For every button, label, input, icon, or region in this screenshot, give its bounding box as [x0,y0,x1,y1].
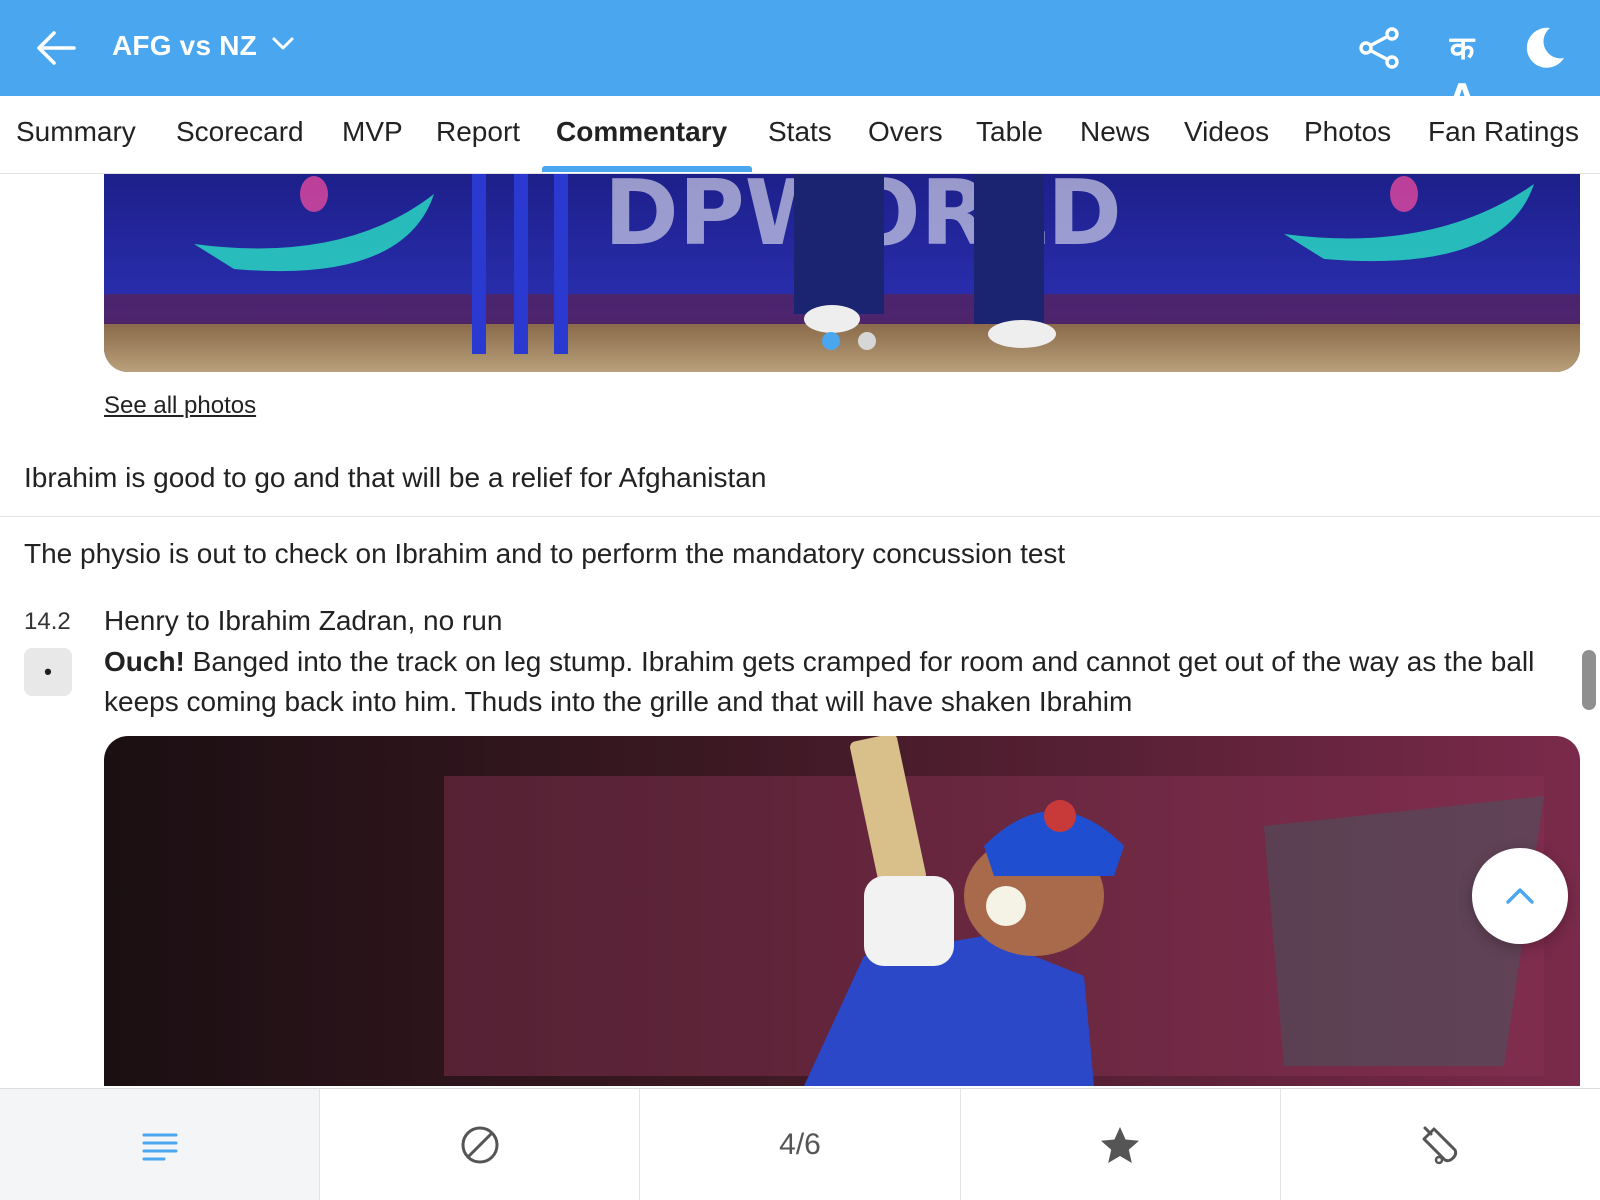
menu-lines-icon [142,1133,178,1161]
active-tab-indicator [542,166,752,172]
share-icon[interactable] [1356,24,1404,72]
commentary-text: Ibrahim is good to go and that will be a… [24,462,767,493]
tab-mvp[interactable]: MVP [342,116,403,148]
boundaries-label: 4/6 [779,1128,821,1161]
bottom-nav-batting[interactable] [1281,1089,1600,1200]
cricket-bat-icon [1422,1126,1458,1165]
cricket-ball-icon [461,1126,499,1164]
ball-description-text: Banged into the track on leg stump. Ibra… [104,646,1535,717]
scroll-to-top-button[interactable] [1472,848,1568,944]
tab-scorecard[interactable]: Scorecard [176,116,304,148]
carousel-dots [822,332,876,350]
tab-fan-ratings[interactable]: Fan Ratings [1428,116,1579,148]
chevron-down-icon [271,36,295,57]
tab-table[interactable]: Table [976,116,1043,148]
tab-overs[interactable]: Overs [868,116,943,148]
tab-news[interactable]: News [1080,116,1150,148]
carousel-dot-1[interactable] [822,332,840,350]
tab-bar: Summary Scorecard MVP Report Commentary … [0,96,1600,174]
commentary-photo[interactable] [104,736,1580,1086]
match-switcher[interactable]: AFG vs NZ [112,30,295,62]
ball-description: Ouch! Banged into the track on leg stump… [104,642,1594,722]
back-arrow-icon[interactable] [34,28,78,68]
tab-photos[interactable]: Photos [1304,116,1391,148]
tab-commentary[interactable]: Commentary [556,116,727,148]
bottom-nav-wickets[interactable] [320,1089,641,1200]
tab-summary[interactable]: Summary [16,116,136,148]
match-title: AFG vs NZ [112,30,257,61]
star-icon [1101,1127,1140,1163]
see-all-photos-link[interactable]: See all photos [104,392,256,420]
top-app-bar: AFG vs NZ क A [0,0,1600,115]
match-page: AFG vs NZ क A [0,0,1600,1200]
tab-report[interactable]: Report [436,116,520,148]
bottom-nav: 4/6 [0,1088,1600,1200]
ball-result-badge: • [24,648,72,696]
scrollbar-thumb[interactable] [1582,650,1596,710]
language-icon[interactable]: क A [1432,24,1492,115]
ball-title: Henry to Ibrahim Zadran, no run [104,605,503,636]
tab-stats[interactable]: Stats [768,116,832,148]
chevron-up-icon [1506,888,1534,904]
batsman-photo [104,736,1580,1086]
divider [0,516,1600,517]
over-number: 14.2 [24,608,71,635]
dark-mode-icon[interactable] [1520,24,1568,72]
commentary-text: The physio is out to check on Ibrahim an… [24,538,1066,569]
bottom-nav-boundaries[interactable]: 4/6 [640,1089,961,1200]
tab-videos[interactable]: Videos [1184,116,1269,148]
bottom-nav-highlights[interactable] [961,1089,1281,1200]
bottom-nav-full-commentary[interactable] [0,1089,321,1200]
ball-highlight: Ouch! [104,646,185,677]
carousel-dot-2[interactable] [858,332,876,350]
